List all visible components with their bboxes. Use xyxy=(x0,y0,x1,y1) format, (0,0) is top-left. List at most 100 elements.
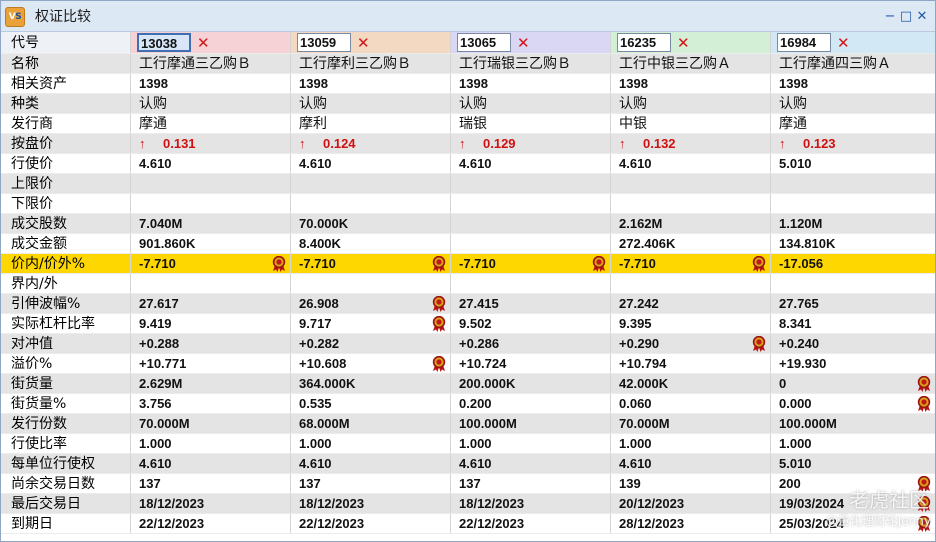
table-cell[interactable] xyxy=(291,274,451,293)
table-cell[interactable]: 22/12/2023 xyxy=(451,514,611,533)
table-cell[interactable] xyxy=(131,274,291,293)
table-cell[interactable]: 0.060 xyxy=(611,394,771,413)
table-cell[interactable] xyxy=(611,274,771,293)
table-cell[interactable]: 18/12/2023 xyxy=(291,494,451,513)
table-cell[interactable]: -7.710 xyxy=(451,254,611,273)
table-cell[interactable]: 100.000M xyxy=(451,414,611,433)
table-cell[interactable]: 272.406K xyxy=(611,234,771,253)
table-cell[interactable]: -7.710 xyxy=(131,254,291,273)
table-cell[interactable]: 工行瑞银三乙购Ｂ xyxy=(451,54,611,73)
table-cell[interactable]: 139 xyxy=(611,474,771,493)
table-cell[interactable] xyxy=(451,274,611,293)
table-cell[interactable] xyxy=(291,174,451,193)
table-cell[interactable]: 68.000M xyxy=(291,414,451,433)
table-cell[interactable]: -7.710 xyxy=(291,254,451,273)
table-cell[interactable]: 5.010 xyxy=(771,454,935,473)
table-cell[interactable] xyxy=(451,234,611,253)
table-cell[interactable]: 2.629M xyxy=(131,374,291,393)
table-cell[interactable]: 20/12/2023 xyxy=(611,494,771,513)
table-cell[interactable]: 137 xyxy=(291,474,451,493)
table-cell[interactable]: 4.610 xyxy=(131,454,291,473)
close-window-button[interactable]: ✕ xyxy=(914,9,930,25)
table-cell[interactable]: 5.010 xyxy=(771,154,935,173)
table-cell[interactable]: 瑞银 xyxy=(451,114,611,133)
code-input[interactable]: 16984 xyxy=(777,33,831,52)
table-cell[interactable]: 901.860K xyxy=(131,234,291,253)
table-cell[interactable]: +19.930 xyxy=(771,354,935,373)
table-cell[interactable]: 8.341 xyxy=(771,314,935,333)
table-cell[interactable]: 认购 xyxy=(611,94,771,113)
table-cell[interactable]: 摩利 xyxy=(291,114,451,133)
table-cell[interactable] xyxy=(131,194,291,213)
table-cell[interactable]: 364.000K xyxy=(291,374,451,393)
remove-warrant-button[interactable]: ✕ xyxy=(197,34,210,52)
table-cell[interactable]: 28/12/2023 xyxy=(611,514,771,533)
table-cell[interactable]: ↑ 0.129 xyxy=(451,134,611,153)
table-cell[interactable]: 1.000 xyxy=(771,434,935,453)
table-cell[interactable]: +10.608 xyxy=(291,354,451,373)
table-cell[interactable]: 工行摩利三乙购Ｂ xyxy=(291,54,451,73)
table-cell[interactable]: +0.240 xyxy=(771,334,935,353)
table-cell[interactable]: ↑ 0.123 xyxy=(771,134,935,153)
table-cell[interactable]: 4.610 xyxy=(611,454,771,473)
table-cell[interactable]: 1398 xyxy=(131,74,291,93)
table-cell[interactable]: 8.400K xyxy=(291,234,451,253)
table-cell[interactable]: 4.610 xyxy=(291,154,451,173)
table-cell[interactable] xyxy=(451,194,611,213)
remove-warrant-button[interactable]: ✕ xyxy=(677,34,690,52)
table-cell[interactable]: 1398 xyxy=(451,74,611,93)
table-cell[interactable]: 70.000K xyxy=(291,214,451,233)
table-cell[interactable]: 1.120M xyxy=(771,214,935,233)
table-cell[interactable] xyxy=(451,214,611,233)
remove-warrant-button[interactable]: ✕ xyxy=(837,34,850,52)
table-cell[interactable]: ↑ 0.132 xyxy=(611,134,771,153)
table-cell[interactable]: 工行摩通三乙购Ｂ xyxy=(131,54,291,73)
table-cell[interactable] xyxy=(131,174,291,193)
table-cell[interactable]: 0.535 xyxy=(291,394,451,413)
table-cell[interactable]: 9.717 xyxy=(291,314,451,333)
remove-warrant-button[interactable]: ✕ xyxy=(517,34,530,52)
table-cell[interactable]: 100.000M xyxy=(771,414,935,433)
table-cell[interactable] xyxy=(611,194,771,213)
table-cell[interactable]: 0.000 xyxy=(771,394,935,413)
table-cell[interactable]: 2.162M xyxy=(611,214,771,233)
table-cell[interactable]: 137 xyxy=(131,474,291,493)
table-cell[interactable]: 中银 xyxy=(611,114,771,133)
table-cell[interactable]: 4.610 xyxy=(451,154,611,173)
table-cell[interactable]: 摩通 xyxy=(771,114,935,133)
table-cell[interactable]: +0.290 xyxy=(611,334,771,353)
remove-warrant-button[interactable]: ✕ xyxy=(357,34,370,52)
table-cell[interactable]: 27.242 xyxy=(611,294,771,313)
table-cell[interactable]: 1398 xyxy=(611,74,771,93)
table-cell[interactable]: 27.617 xyxy=(131,294,291,313)
table-cell[interactable]: 摩通 xyxy=(131,114,291,133)
table-cell[interactable]: 1.000 xyxy=(611,434,771,453)
code-input[interactable]: 13059 xyxy=(297,33,351,52)
table-cell[interactable]: 4.610 xyxy=(131,154,291,173)
table-cell[interactable]: 18/12/2023 xyxy=(131,494,291,513)
table-cell[interactable]: 70.000M xyxy=(131,414,291,433)
table-cell[interactable]: 9.395 xyxy=(611,314,771,333)
table-cell[interactable]: 1398 xyxy=(771,74,935,93)
table-cell[interactable]: 0 xyxy=(771,374,935,393)
table-cell[interactable]: ↑ 0.124 xyxy=(291,134,451,153)
table-cell[interactable]: 3.756 xyxy=(131,394,291,413)
table-cell[interactable]: 工行摩通四三购Ａ xyxy=(771,54,935,73)
table-cell[interactable]: 认购 xyxy=(131,94,291,113)
table-cell[interactable]: 7.040M xyxy=(131,214,291,233)
table-cell[interactable]: 137 xyxy=(451,474,611,493)
table-cell[interactable]: 9.419 xyxy=(131,314,291,333)
table-cell[interactable]: 1.000 xyxy=(291,434,451,453)
table-cell[interactable]: +0.282 xyxy=(291,334,451,353)
table-cell[interactable]: 27.415 xyxy=(451,294,611,313)
table-cell[interactable]: 18/12/2023 xyxy=(451,494,611,513)
table-cell[interactable]: 认购 xyxy=(291,94,451,113)
table-cell[interactable] xyxy=(291,194,451,213)
table-cell[interactable]: 认购 xyxy=(771,94,935,113)
table-cell[interactable] xyxy=(771,274,935,293)
table-cell[interactable]: ↑ 0.131 xyxy=(131,134,291,153)
table-cell[interactable] xyxy=(451,174,611,193)
table-cell[interactable]: 工行中银三乙购Ａ xyxy=(611,54,771,73)
table-cell[interactable]: +10.794 xyxy=(611,354,771,373)
table-cell[interactable]: +0.286 xyxy=(451,334,611,353)
